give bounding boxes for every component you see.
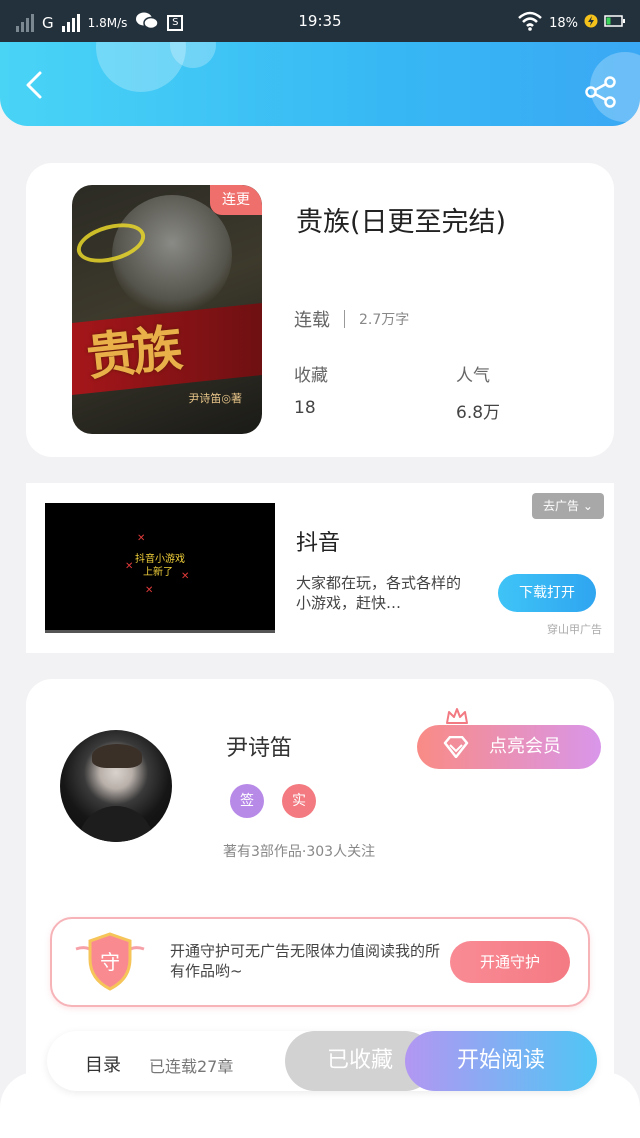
author-info: 著有3部作品·303人关注 <box>223 844 376 860</box>
cover-title: 贵族 <box>83 318 182 387</box>
ad-video-progress <box>45 630 275 633</box>
ad-video-line-2: 上新了 <box>143 567 173 578</box>
author-avatar[interactable] <box>60 730 172 842</box>
author-name: 尹诗笛 <box>226 736 293 761</box>
popularity-label: 人气 <box>456 366 490 386</box>
battery-icon <box>604 14 626 32</box>
chevron-down-icon: ⌄ <box>582 499 593 513</box>
book-cover[interactable]: 贵族 尹诗笛◎著 连更 <box>72 185 262 434</box>
charging-icon <box>584 14 598 32</box>
guard-banner[interactable]: 守 开通守护可无广告无限体力值阅读我的所有作品哟~ 开通守护 <box>50 917 590 1007</box>
toc-button[interactable]: 目录 <box>85 1051 121 1077</box>
ad-video-sparkle: ✕ <box>145 585 154 596</box>
favorites-value: 18 <box>294 398 316 418</box>
crown-icon <box>446 708 468 724</box>
ad-download-button[interactable]: 下载打开 <box>498 574 596 612</box>
book-status: 连载 2.7万字 <box>294 306 409 332</box>
share-button[interactable] <box>584 75 618 109</box>
remove-ads-label: 去广告 <box>543 499 580 513</box>
ad-source: 穿山甲广告 <box>547 623 602 636</box>
guard-shield-text: 守 <box>100 950 120 974</box>
ad-video-sparkle: ✕ <box>125 561 134 572</box>
serial-status: 连载 <box>294 310 330 331</box>
remove-ads-button[interactable]: 去广告 ⌄ <box>532 493 604 519</box>
chapter-count: 已连载27章 <box>149 1057 234 1076</box>
serial-tag: 连更 <box>210 185 262 215</box>
signed-badge: 签 <box>230 784 264 818</box>
favorites-label: 收藏 <box>294 366 328 386</box>
diamond-icon <box>443 736 469 758</box>
status-bar: G 1.8M/s S 19:35 18% <box>0 0 640 42</box>
share-icon <box>585 76 616 108</box>
start-reading-button[interactable]: 开始阅读 <box>405 1031 597 1091</box>
word-count: 2.7万字 <box>359 312 410 328</box>
ad-video[interactable]: ✕ ✕ ✕ ✕ 抖音小游戏 上新了 <box>45 503 275 633</box>
ad-description: 大家都在玩，各式各样的小游戏，赶快… <box>296 574 462 612</box>
book-title: 贵族(日更至完结) <box>296 207 507 238</box>
guard-shield-icon: 守 <box>75 932 145 991</box>
popularity-stat: 人气 6.8万 <box>456 361 500 423</box>
cover-author: 尹诗笛◎著 <box>188 392 242 405</box>
guard-text: 开通守护可无广告无限体力值阅读我的所有作品哟~ <box>170 942 441 980</box>
favorites-stat: 收藏 18 <box>294 361 328 418</box>
activate-guard-button[interactable]: 开通守护 <box>450 941 570 983</box>
popularity-value: 6.8万 <box>456 403 501 423</box>
ad-video-line-1: 抖音小游戏 <box>135 554 185 565</box>
ad-card[interactable]: ✕ ✕ ✕ ✕ 抖音小游戏 上新了 去广告 ⌄ 抖音 大家都在玩，各式各样的小游… <box>26 483 614 653</box>
book-info-card: 贵族 尹诗笛◎著 连更 贵族(日更至完结) 连载 2.7万字 收藏 18 人气 … <box>26 163 614 457</box>
back-button[interactable] <box>20 70 50 100</box>
ad-video-sparkle: ✕ <box>137 533 146 544</box>
bottom-action-bar: 目录 已连载27章 已收藏 开始阅读 <box>47 1031 597 1091</box>
activate-vip-button[interactable]: 点亮会员 <box>417 725 601 769</box>
ad-video-text: 抖音小游戏 上新了 <box>135 553 185 579</box>
ad-app-name: 抖音 <box>296 531 341 556</box>
header <box>0 42 640 126</box>
divider <box>344 310 345 328</box>
back-arrow-icon <box>26 71 42 99</box>
battery-text: 18% <box>549 15 578 31</box>
verified-badge: 实 <box>282 784 316 818</box>
vip-button-label: 点亮会员 <box>489 736 561 757</box>
wifi-icon <box>517 11 543 35</box>
